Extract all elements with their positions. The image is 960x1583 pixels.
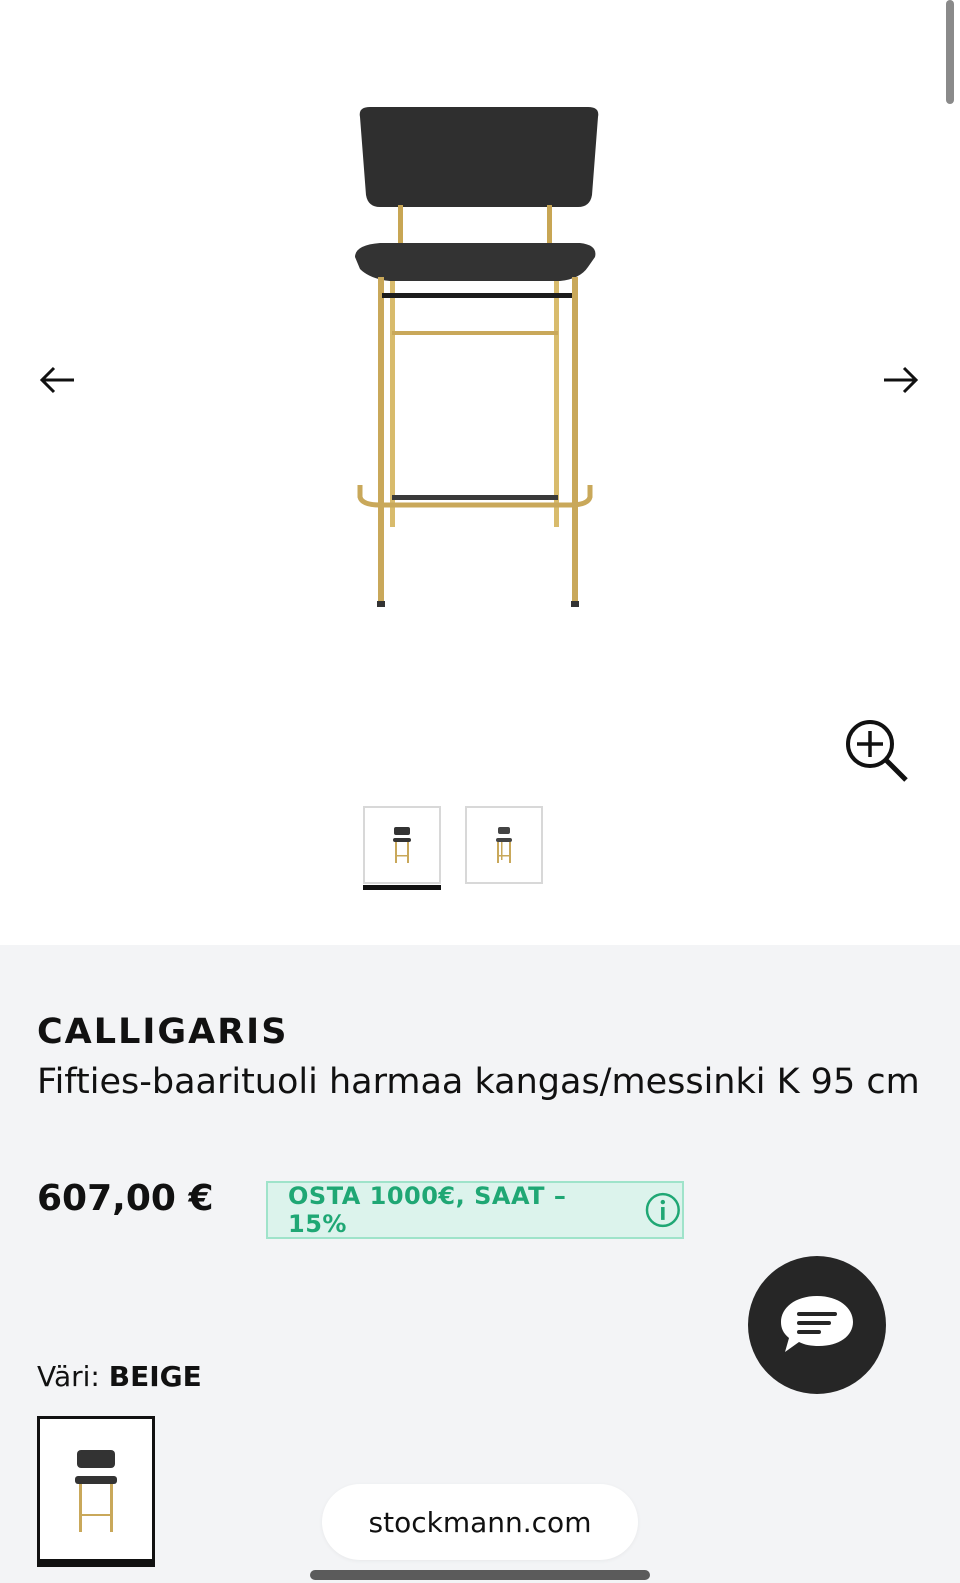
color-label: Väri: xyxy=(37,1360,100,1393)
zoom-in-icon[interactable] xyxy=(842,716,914,788)
product-gallery xyxy=(0,0,960,945)
swatch-image xyxy=(75,1450,117,1532)
chat-icon xyxy=(781,1296,853,1352)
promo-badge[interactable]: OSTA 1000€, SAAT –15% xyxy=(266,1181,684,1239)
thumbnail-image xyxy=(393,827,411,863)
product-brand[interactable]: CALLIGARIS xyxy=(37,1012,288,1052)
arrow-left-icon xyxy=(39,366,74,394)
thumbnail-image xyxy=(496,827,512,863)
promo-text: OSTA 1000€, SAAT –15% xyxy=(288,1182,567,1238)
product-image[interactable] xyxy=(330,95,630,625)
product-title: Fifties-baarituoli harmaa kangas/messink… xyxy=(37,1062,920,1102)
thumbnail-strip xyxy=(363,806,543,890)
next-image-button[interactable] xyxy=(872,360,928,400)
thumbnail-1[interactable] xyxy=(363,806,441,890)
color-value: BEIGE xyxy=(108,1360,202,1393)
color-selection-label: Väri: BEIGE xyxy=(37,1360,202,1393)
address-bar[interactable]: stockmann.com xyxy=(322,1484,638,1560)
previous-image-button[interactable] xyxy=(30,360,86,400)
scrollbar[interactable] xyxy=(946,0,954,104)
url-text: stockmann.com xyxy=(368,1505,592,1539)
chat-button[interactable] xyxy=(748,1256,886,1394)
info-icon[interactable] xyxy=(644,1191,682,1229)
color-swatch-beige[interactable] xyxy=(37,1416,155,1567)
arrow-right-icon xyxy=(884,366,919,394)
home-indicator[interactable] xyxy=(310,1570,650,1580)
thumbnail-2[interactable] xyxy=(465,806,543,884)
product-price: 607,00 € xyxy=(37,1178,214,1219)
